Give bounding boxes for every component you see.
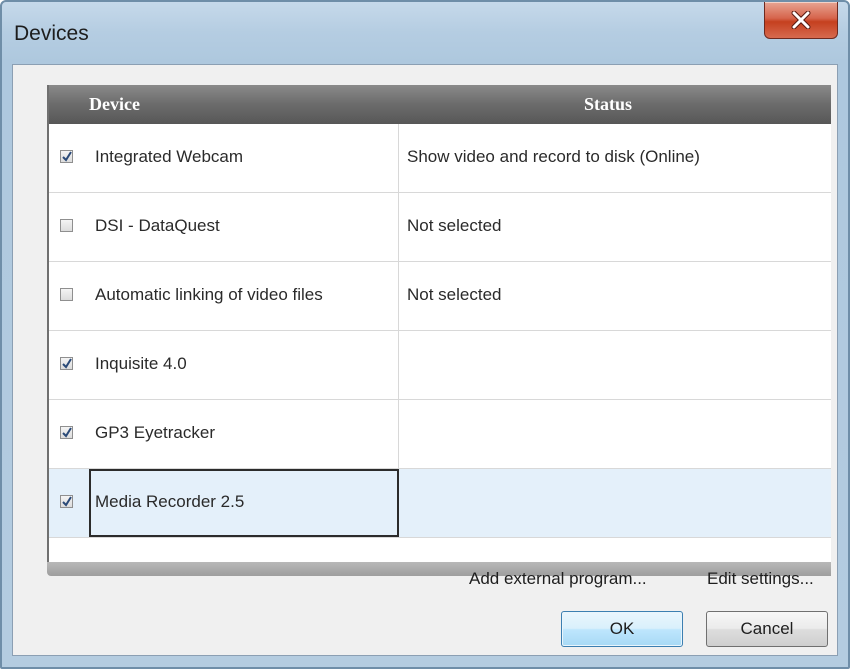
device-cell[interactable]: Automatic linking of video files: [89, 262, 399, 330]
device-cell[interactable]: Integrated Webcam: [89, 124, 399, 192]
table-row[interactable]: GP3 Eyetracker: [49, 400, 831, 469]
device-cell-focused[interactable]: Media Recorder 2.5: [89, 469, 399, 537]
dialog-client-area: Device Status Integrated Webcam Show vid…: [12, 64, 838, 656]
device-name: DSI - DataQuest: [95, 216, 220, 235]
table-row-selected[interactable]: Media Recorder 2.5: [49, 469, 831, 538]
add-external-program-link[interactable]: Add external program...: [469, 569, 647, 589]
row-checkbox[interactable]: [60, 219, 73, 232]
row-checkbox[interactable]: [60, 426, 73, 439]
device-name: GP3 Eyetracker: [95, 423, 215, 442]
row-checkbox[interactable]: [60, 357, 73, 370]
devices-window: Devices Device Status Integrated Webcam …: [0, 0, 850, 669]
close-button[interactable]: [764, 2, 838, 39]
row-checkbox[interactable]: [60, 495, 73, 508]
device-status: Not selected: [407, 285, 502, 304]
checkmark-icon: [62, 151, 72, 162]
device-name: Automatic linking of video files: [95, 285, 323, 304]
ok-button[interactable]: OK: [561, 611, 683, 647]
table-row[interactable]: DSI - DataQuest Not selected: [49, 193, 831, 262]
device-cell[interactable]: GP3 Eyetracker: [89, 400, 399, 468]
table-row[interactable]: Inquisite 4.0: [49, 331, 831, 400]
device-name: Media Recorder 2.5: [95, 492, 245, 511]
table-row[interactable]: Automatic linking of video files Not sel…: [49, 262, 831, 331]
checkmark-icon: [62, 427, 72, 438]
window-title: Devices: [14, 22, 89, 45]
edit-settings-link[interactable]: Edit settings...: [707, 569, 814, 589]
table-header: Device Status: [49, 85, 831, 124]
device-status: Not selected: [407, 216, 502, 235]
device-name: Inquisite 4.0: [95, 354, 187, 373]
title-bar[interactable]: Devices: [2, 2, 848, 64]
column-header-status[interactable]: Status: [584, 94, 632, 115]
close-icon: [791, 11, 811, 29]
column-header-device[interactable]: Device: [89, 94, 140, 115]
device-status: Show video and record to disk (Online): [407, 147, 700, 166]
devices-table: Device Status Integrated Webcam Show vid…: [47, 85, 831, 562]
checkmark-icon: [62, 358, 72, 369]
row-checkbox[interactable]: [60, 150, 73, 163]
device-cell[interactable]: Inquisite 4.0: [89, 331, 399, 399]
table-row[interactable]: Integrated Webcam Show video and record …: [49, 124, 831, 193]
device-cell[interactable]: DSI - DataQuest: [89, 193, 399, 261]
row-checkbox[interactable]: [60, 288, 73, 301]
checkmark-icon: [62, 496, 72, 507]
device-name: Integrated Webcam: [95, 147, 244, 166]
cancel-button[interactable]: Cancel: [706, 611, 828, 647]
